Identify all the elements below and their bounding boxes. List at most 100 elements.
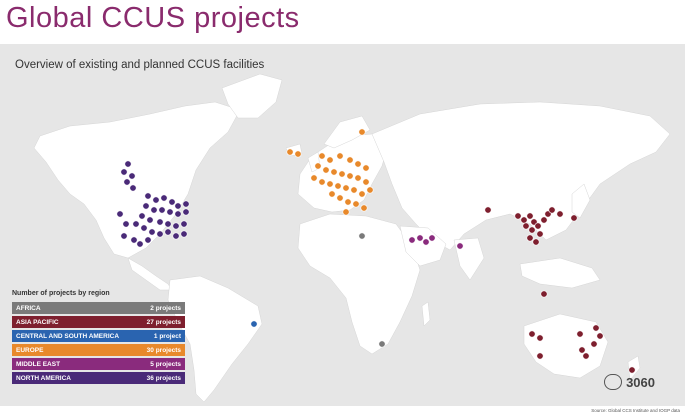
project-marker bbox=[534, 222, 542, 230]
project-marker bbox=[422, 238, 430, 246]
project-marker bbox=[142, 202, 150, 210]
project-marker bbox=[590, 340, 598, 348]
legend-row-north-america: NORTH AMERICA 36 projects bbox=[12, 372, 185, 384]
project-marker bbox=[536, 352, 544, 360]
project-marker bbox=[138, 212, 146, 220]
legend-row-asia-pacific: ASIA PACIFIC 27 projects bbox=[12, 316, 185, 328]
project-marker bbox=[156, 230, 164, 238]
project-marker bbox=[556, 210, 564, 218]
project-marker bbox=[120, 168, 128, 176]
project-marker bbox=[172, 222, 180, 230]
map-panel: Overview of existing and planned CCUS fa… bbox=[0, 44, 685, 406]
legend-region-label: ASIA PACIFIC bbox=[16, 318, 59, 326]
project-marker bbox=[128, 172, 136, 180]
project-marker bbox=[182, 200, 190, 208]
project-marker bbox=[116, 210, 124, 218]
project-marker bbox=[528, 330, 536, 338]
project-marker bbox=[536, 334, 544, 342]
legend-count-label: 30 projects bbox=[146, 346, 181, 354]
project-marker bbox=[346, 156, 354, 164]
project-marker bbox=[596, 332, 604, 340]
project-marker bbox=[362, 164, 370, 172]
project-marker bbox=[456, 242, 464, 250]
project-marker bbox=[160, 194, 168, 202]
project-marker bbox=[536, 230, 544, 238]
project-marker bbox=[540, 290, 548, 298]
project-marker bbox=[408, 236, 416, 244]
project-marker bbox=[310, 174, 318, 182]
project-marker bbox=[526, 212, 534, 220]
landmass-central-america bbox=[127, 257, 173, 291]
project-marker bbox=[548, 206, 556, 214]
project-marker bbox=[166, 208, 174, 216]
project-marker bbox=[174, 210, 182, 218]
project-marker bbox=[158, 206, 166, 214]
project-marker bbox=[294, 150, 302, 158]
legend-count-label: 1 project bbox=[153, 332, 181, 340]
project-marker bbox=[326, 180, 334, 188]
project-marker bbox=[520, 216, 528, 224]
legend-count-label: 27 projects bbox=[146, 318, 181, 326]
page-title: Global CCUS projects bbox=[6, 2, 300, 34]
legend-count-label: 2 projects bbox=[150, 304, 181, 312]
project-marker bbox=[144, 236, 152, 244]
project-marker bbox=[334, 182, 342, 190]
project-marker bbox=[180, 230, 188, 238]
project-marker bbox=[592, 324, 600, 332]
project-marker bbox=[130, 236, 138, 244]
project-marker bbox=[342, 208, 350, 216]
project-marker bbox=[428, 234, 436, 242]
legend-row-central-south-america: CENTRAL AND SOUTH AMERICA 1 project bbox=[12, 330, 185, 342]
project-marker bbox=[358, 128, 366, 136]
project-marker bbox=[528, 226, 536, 234]
project-marker bbox=[354, 174, 362, 182]
project-marker bbox=[314, 162, 322, 170]
project-marker bbox=[514, 212, 522, 220]
landmass-madagascar bbox=[421, 301, 431, 327]
project-marker bbox=[352, 200, 360, 208]
project-marker bbox=[522, 222, 530, 230]
project-marker bbox=[168, 198, 176, 206]
project-marker bbox=[338, 170, 346, 178]
project-marker bbox=[182, 208, 190, 216]
project-marker bbox=[366, 186, 374, 194]
project-marker bbox=[286, 148, 294, 156]
project-marker bbox=[250, 320, 258, 328]
project-marker bbox=[484, 206, 492, 214]
legend-region-label: EUROPE bbox=[16, 346, 44, 354]
project-marker bbox=[336, 194, 344, 202]
project-marker bbox=[322, 166, 330, 174]
project-marker bbox=[330, 168, 338, 176]
project-marker bbox=[326, 156, 334, 164]
project-marker bbox=[136, 240, 144, 248]
project-marker bbox=[328, 190, 336, 198]
project-marker bbox=[124, 160, 132, 168]
legend-row-africa: AFRICA 2 projects bbox=[12, 302, 185, 314]
project-marker bbox=[342, 184, 350, 192]
project-marker bbox=[140, 224, 148, 232]
watermark-text: 3060 bbox=[626, 374, 655, 390]
project-marker bbox=[576, 330, 584, 338]
project-marker bbox=[318, 178, 326, 186]
project-marker bbox=[180, 220, 188, 228]
legend-region-label: MIDDLE EAST bbox=[16, 360, 61, 368]
project-marker bbox=[416, 234, 424, 242]
legend-title: Number of projects by region bbox=[12, 290, 110, 297]
project-marker bbox=[570, 214, 578, 222]
project-marker bbox=[360, 204, 368, 212]
project-marker bbox=[152, 196, 160, 204]
project-marker bbox=[378, 340, 386, 348]
project-marker bbox=[582, 352, 590, 360]
project-marker bbox=[578, 346, 586, 354]
project-marker bbox=[628, 366, 636, 374]
legend-region-label: NORTH AMERICA bbox=[16, 374, 72, 382]
legend-region-label: CENTRAL AND SOUTH AMERICA bbox=[16, 332, 120, 340]
project-marker bbox=[132, 220, 140, 228]
legend-region-label: AFRICA bbox=[16, 304, 41, 312]
project-marker bbox=[350, 186, 358, 194]
project-marker bbox=[164, 228, 172, 236]
wechat-watermark: 3060 bbox=[604, 374, 655, 390]
project-marker bbox=[358, 232, 366, 240]
project-marker bbox=[123, 178, 131, 186]
landmass-southeast-asia bbox=[519, 257, 601, 289]
